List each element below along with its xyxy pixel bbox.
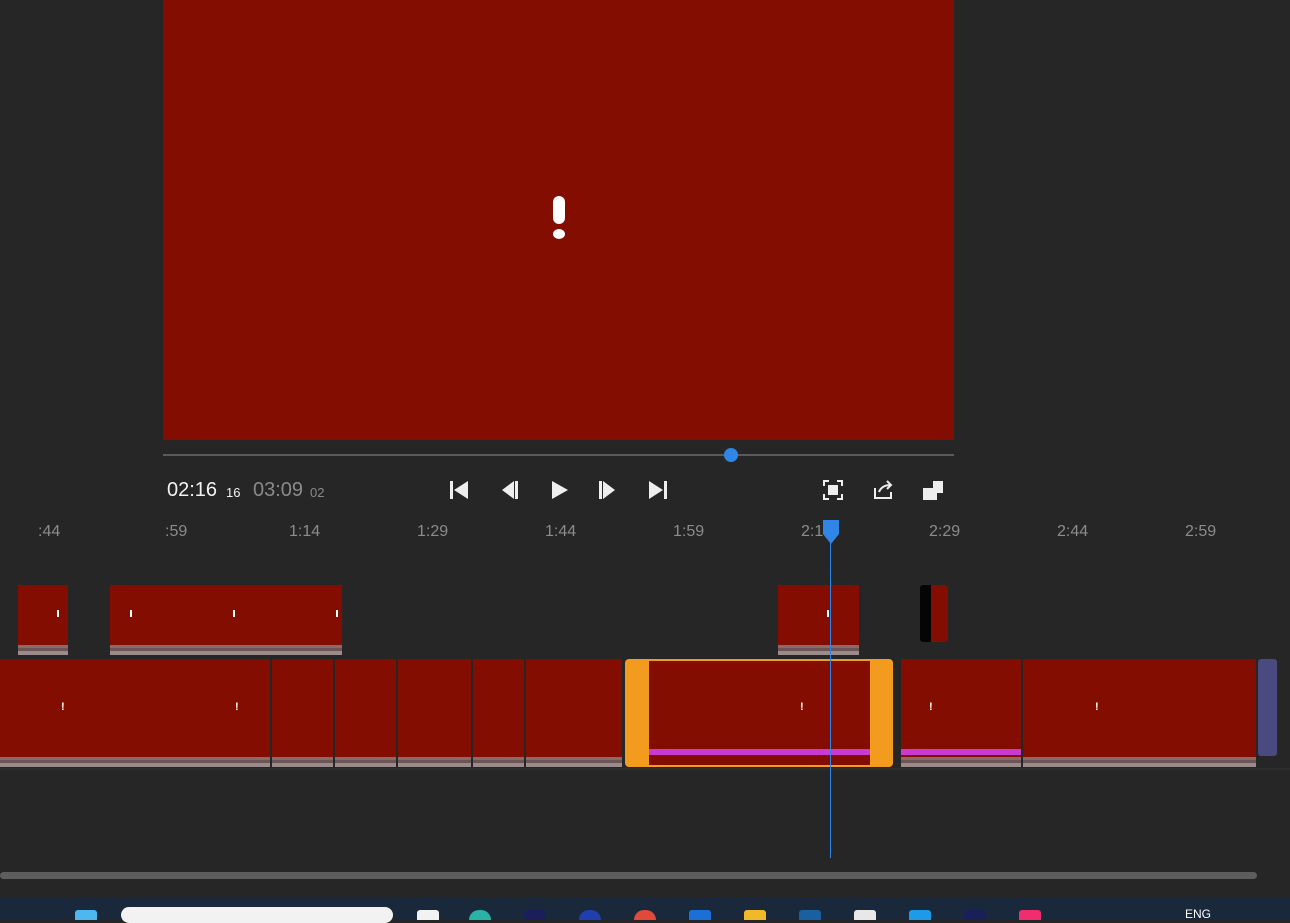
preview-scrub-track[interactable] bbox=[163, 454, 954, 456]
detach-icon bbox=[923, 481, 943, 500]
ruler-label: 1:59 bbox=[673, 523, 705, 540]
ruler-label: 2:59 bbox=[1185, 523, 1217, 540]
detach-player-button[interactable] bbox=[921, 478, 945, 502]
ruler-label: :44 bbox=[38, 523, 61, 540]
effect-bar bbox=[901, 749, 1021, 755]
taskbar-app-icon[interactable] bbox=[417, 910, 439, 920]
main-track-clip[interactable]: ! bbox=[1023, 659, 1256, 767]
taskbar-app-icon[interactable] bbox=[689, 910, 711, 920]
total-duration-frames: 02 bbox=[310, 485, 325, 500]
current-timecode: 02:16 bbox=[167, 479, 218, 501]
main-track-clip[interactable] bbox=[398, 659, 471, 767]
ruler-label: 2:44 bbox=[1057, 523, 1089, 540]
start-icon[interactable] bbox=[75, 910, 97, 920]
skip-to-end-icon bbox=[649, 481, 667, 499]
taskbar-app-icon[interactable] bbox=[909, 910, 931, 920]
effect-bar bbox=[649, 749, 870, 755]
end-clip[interactable] bbox=[1258, 659, 1277, 756]
taskbar-app-icon[interactable] bbox=[524, 910, 546, 920]
main-track-clip[interactable] bbox=[526, 659, 622, 767]
total-duration: 03:09 bbox=[253, 479, 304, 501]
taskbar-app-icon[interactable] bbox=[1019, 910, 1041, 920]
ruler-label: 1:29 bbox=[417, 523, 449, 540]
ruler-label: 1:14 bbox=[289, 523, 321, 540]
preview-scrub-handle[interactable] bbox=[724, 448, 738, 462]
main-track-clip[interactable]: !! bbox=[0, 659, 270, 767]
missing-media-icon bbox=[553, 196, 565, 239]
overlay-clip[interactable] bbox=[778, 585, 859, 655]
taskbar-app-icon[interactable] bbox=[799, 910, 821, 920]
ruler-label: 2:29 bbox=[929, 523, 961, 540]
main-track-clip[interactable] bbox=[272, 659, 333, 767]
skip-to-end-button[interactable] bbox=[646, 478, 670, 502]
main-track-clip[interactable] bbox=[335, 659, 396, 767]
step-forward-icon bbox=[599, 481, 615, 499]
ruler-label: 2:1 bbox=[801, 523, 824, 540]
step-back-button[interactable] bbox=[497, 478, 521, 502]
overlay-clip[interactable] bbox=[110, 585, 342, 655]
taskbar-app-icon[interactable] bbox=[964, 910, 986, 920]
fullscreen-icon bbox=[823, 480, 843, 500]
taskbar-app-icon[interactable] bbox=[854, 910, 876, 920]
timeline-scrollbar[interactable] bbox=[0, 872, 1257, 879]
fit-to-screen-button[interactable] bbox=[821, 478, 845, 502]
main-track-clip[interactable] bbox=[473, 659, 524, 767]
play-icon bbox=[552, 481, 568, 499]
play-button[interactable] bbox=[547, 478, 571, 502]
language-indicator[interactable]: ENG bbox=[1185, 907, 1211, 921]
playhead-line bbox=[830, 534, 831, 858]
overlay-clip[interactable] bbox=[18, 585, 68, 655]
overlay-clip-small[interactable] bbox=[920, 585, 948, 642]
playhead-handle[interactable] bbox=[821, 520, 841, 544]
ruler-label: :59 bbox=[165, 523, 188, 540]
export-button[interactable] bbox=[871, 478, 895, 502]
skip-to-start-button[interactable] bbox=[447, 478, 471, 502]
step-back-icon bbox=[502, 481, 518, 499]
folder-icon[interactable] bbox=[744, 910, 766, 920]
skip-to-start-icon bbox=[450, 481, 468, 499]
taskbar-search[interactable] bbox=[121, 907, 393, 923]
share-icon bbox=[874, 480, 893, 499]
current-timecode-frames: 16 bbox=[226, 485, 241, 500]
ruler-label: 1:44 bbox=[545, 523, 577, 540]
step-forward-button[interactable] bbox=[596, 478, 620, 502]
track-divider bbox=[0, 768, 1290, 770]
